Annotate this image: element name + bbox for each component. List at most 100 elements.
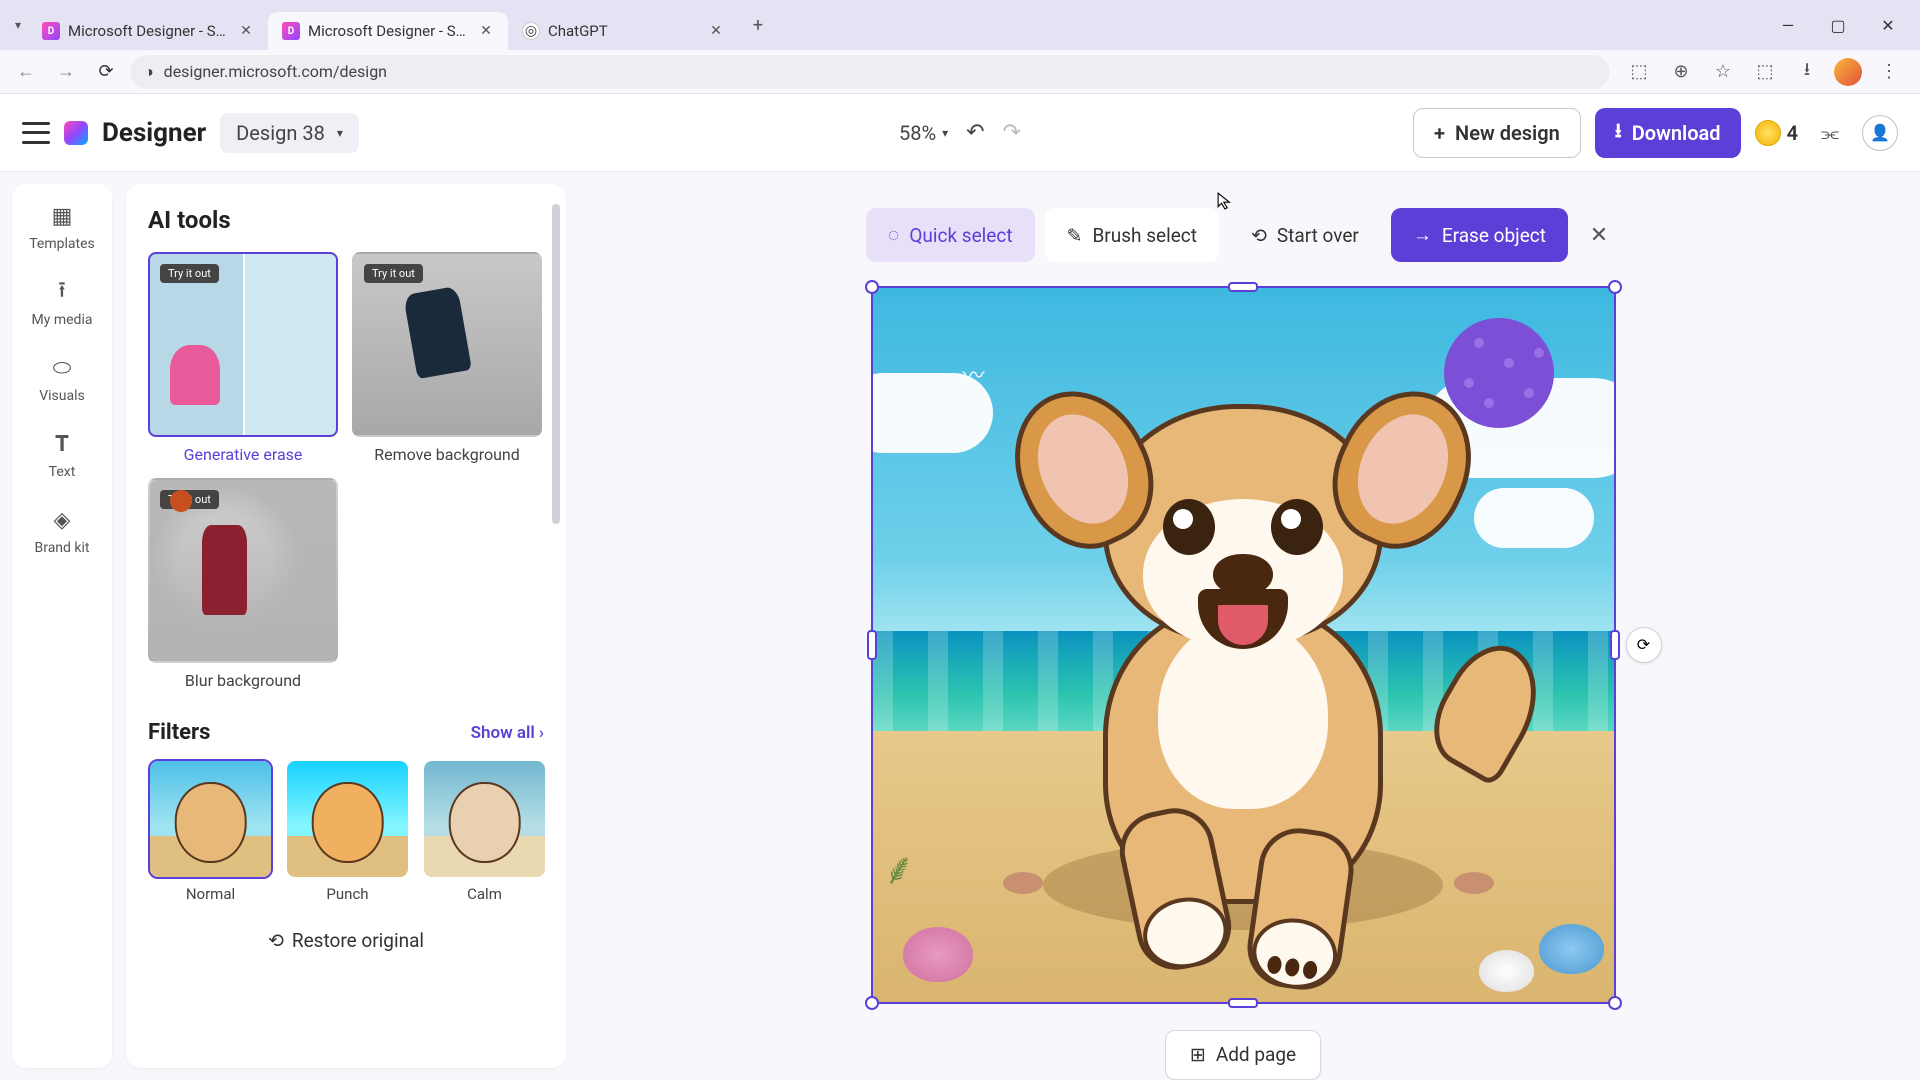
rail-item-text[interactable]: 𝐓 Text: [48, 430, 76, 480]
close-icon[interactable]: ✕: [478, 23, 494, 39]
filter-thumbnail: Recommended: [285, 759, 410, 879]
start-over-button[interactable]: ⟲ Start over: [1229, 208, 1381, 262]
download-icon: ⭳: [1615, 116, 1622, 150]
app-header: Designer Design 38 ▾ 58% ▾ ↶ ↷ + New des…: [0, 94, 1920, 172]
url-text: designer.microsoft.com/design: [164, 62, 387, 81]
filter-label: Calm: [422, 885, 547, 903]
hamburger-menu-icon[interactable]: [22, 122, 50, 144]
canvas-image[interactable]: 〰 ⸙: [873, 288, 1614, 1002]
resize-handle-bottom[interactable]: [1228, 998, 1258, 1008]
filter-punch[interactable]: Recommended Punch: [285, 759, 410, 903]
tool-thumbnail: Try it out: [148, 478, 338, 663]
download-button[interactable]: ⭳ Download: [1595, 108, 1741, 158]
browser-tab-active[interactable]: D Microsoft Designer - Stunning ✕: [268, 12, 508, 50]
generative-erase-toolbar: ◌ Quick select ✎ Brush select ⟲ Start ov…: [866, 208, 1620, 262]
rail-label: My media: [32, 312, 93, 328]
add-page-button[interactable]: ⊞ Add page: [1165, 1030, 1321, 1080]
browser-toolbar: ← → ⟳ ◑ designer.microsoft.com/design ⬚ …: [0, 50, 1920, 94]
resize-handle-top[interactable]: [1228, 282, 1258, 292]
credits-badge[interactable]: 4: [1755, 120, 1798, 146]
browser-tab[interactable]: ◎ ChatGPT ✕: [508, 12, 738, 50]
rail-item-visuals[interactable]: ⬭ Visuals: [39, 354, 85, 404]
resize-handle-tr[interactable]: [1608, 280, 1622, 294]
zoom-controls: 58% ▾ ↶ ↷: [899, 120, 1021, 145]
resize-handle-br[interactable]: [1608, 996, 1622, 1010]
design-name-dropdown[interactable]: Design 38 ▾: [220, 113, 359, 153]
designer-favicon-icon: D: [42, 22, 60, 40]
tab-search-dropdown[interactable]: ▾: [8, 15, 28, 35]
close-icon[interactable]: ✕: [238, 23, 254, 39]
header-actions: + New design ⭳ Download 4 ⫘ 👤: [1413, 108, 1898, 158]
tool-label: Blur background: [148, 671, 338, 690]
download-label: Download: [1632, 121, 1721, 145]
rail-item-my-media[interactable]: ⭱ My media: [32, 278, 93, 328]
browser-tab-strip: ▾ D Microsoft Designer - Stunning ✕ D Mi…: [0, 0, 1920, 50]
credits-count: 4: [1787, 121, 1798, 145]
canvas-area: ◌ Quick select ✎ Brush select ⟲ Start ov…: [566, 172, 1920, 1080]
reload-icon[interactable]: ⟳: [90, 56, 122, 88]
back-icon[interactable]: ←: [10, 56, 42, 88]
filter-row: Normal Recommended Punch Recommended Cal…: [148, 759, 544, 903]
browser-tab[interactable]: D Microsoft Designer - Stunning ✕: [28, 12, 268, 50]
close-window-icon[interactable]: ✕: [1874, 16, 1902, 35]
zoom-dropdown[interactable]: 58% ▾: [899, 121, 948, 145]
tool-blur-background[interactable]: Try it out Blur background: [148, 478, 338, 690]
window-controls: — ▢ ✕: [1764, 16, 1912, 35]
bookmark-icon[interactable]: ☆: [1708, 57, 1738, 87]
resize-handle-tl[interactable]: [865, 280, 879, 294]
rotate-handle[interactable]: ⟳: [1626, 627, 1662, 663]
rail-label: Text: [49, 464, 76, 480]
resize-handle-right[interactable]: [1610, 630, 1620, 660]
downloads-icon[interactable]: ⭳: [1792, 57, 1822, 87]
tool-generative-erase[interactable]: Try it out Generative erase: [148, 252, 338, 464]
filter-label: Normal: [148, 885, 273, 903]
tool-remove-background[interactable]: Try it out Remove background: [352, 252, 542, 464]
kebab-menu-icon[interactable]: ⋮: [1874, 57, 1904, 87]
app-body: ▦ Templates ⭱ My media ⬭ Visuals 𝐓 Text …: [0, 172, 1920, 1080]
ai-tools-grid: Try it out Generative erase Try it out R…: [148, 252, 544, 690]
new-tab-button[interactable]: +: [744, 11, 772, 39]
visuals-icon: ⬭: [48, 354, 76, 382]
new-design-button[interactable]: + New design: [1413, 108, 1581, 158]
resize-handle-bl[interactable]: [865, 996, 879, 1010]
forward-icon: →: [50, 56, 82, 88]
rail-item-templates[interactable]: ▦ Templates: [29, 202, 95, 252]
filter-calm[interactable]: Recommended Calm: [422, 759, 547, 903]
install-app-icon[interactable]: ⬚: [1624, 57, 1654, 87]
designer-logo-icon: [64, 121, 88, 145]
chevron-down-icon: ▾: [337, 126, 343, 140]
brand-kit-icon: ◈: [48, 506, 76, 534]
brush-select-button[interactable]: ✎ Brush select: [1045, 208, 1219, 262]
site-info-icon[interactable]: ◑: [144, 62, 154, 82]
show-all-link[interactable]: Show all ›: [471, 723, 544, 743]
filter-thumbnail: Recommended: [422, 759, 547, 879]
upload-icon: ⭱: [48, 278, 76, 306]
quick-select-icon: ◌: [888, 223, 899, 247]
logo-text[interactable]: Designer: [102, 118, 206, 148]
tool-thumbnail: Try it out: [148, 252, 338, 437]
rail-item-brand-kit[interactable]: ◈ Brand kit: [35, 506, 90, 556]
scrollbar[interactable]: [552, 204, 560, 524]
coin-icon: [1755, 120, 1781, 146]
extensions-icon[interactable]: ⬚: [1750, 57, 1780, 87]
maximize-icon[interactable]: ▢: [1824, 16, 1852, 35]
close-toolbar-button[interactable]: ✕: [1578, 214, 1620, 256]
canvas-selection[interactable]: 〰 ⸙: [871, 286, 1616, 1004]
undo-icon[interactable]: ↶: [966, 120, 984, 145]
filter-normal[interactable]: Normal: [148, 759, 273, 903]
chevron-down-icon: ▾: [942, 126, 948, 140]
restore-original-button[interactable]: ⟲ Restore original: [148, 929, 544, 952]
add-page-label: Add page: [1216, 1043, 1296, 1066]
quick-select-button[interactable]: ◌ Quick select: [866, 208, 1035, 262]
browser-actions: ⬚ ⊕ ☆ ⬚ ⭳ ⋮: [1618, 57, 1910, 87]
user-avatar[interactable]: 👤: [1862, 115, 1898, 151]
url-bar[interactable]: ◑ designer.microsoft.com/design: [130, 55, 1610, 89]
erase-object-button[interactable]: → Erase object: [1391, 208, 1568, 262]
close-icon[interactable]: ✕: [708, 23, 724, 39]
resize-handle-left[interactable]: [867, 630, 877, 660]
zoom-icon[interactable]: ⊕: [1666, 57, 1696, 87]
try-it-out-badge: Try it out: [364, 264, 423, 283]
profile-avatar[interactable]: [1834, 58, 1862, 86]
minimize-icon[interactable]: —: [1774, 16, 1802, 35]
share-icon[interactable]: ⫘: [1812, 115, 1848, 151]
